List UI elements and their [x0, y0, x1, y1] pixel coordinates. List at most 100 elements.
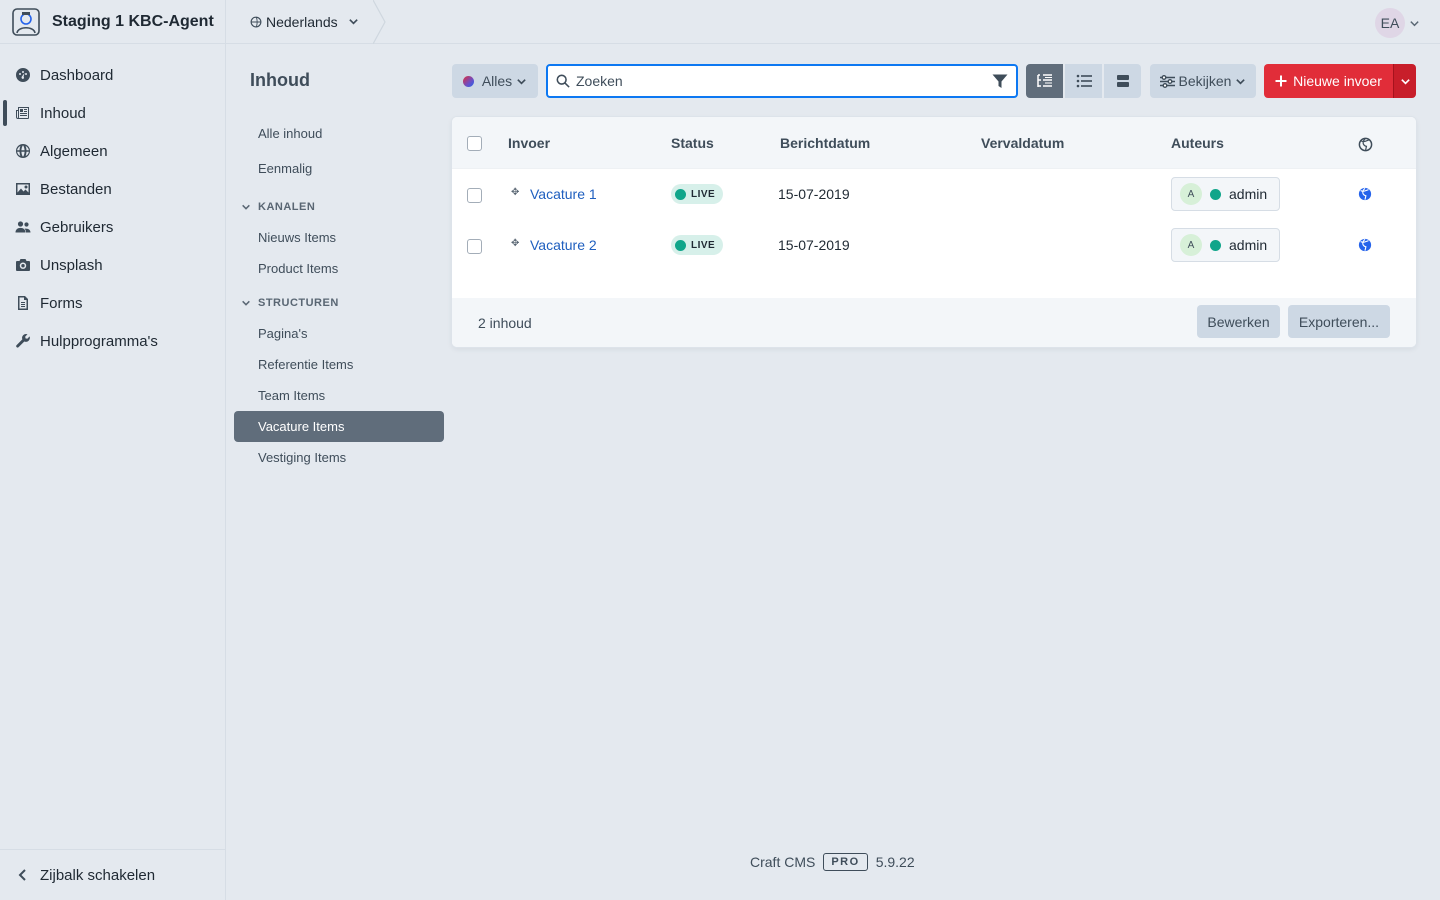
select-all-checkbox[interactable]	[467, 136, 482, 151]
filter-icon[interactable]	[992, 74, 1008, 89]
chevron-down-icon	[1400, 78, 1410, 85]
nav-item-bestanden[interactable]: Bestanden	[0, 170, 225, 208]
source-item-all[interactable]: Alle inhoud	[234, 118, 444, 149]
wrench-icon	[14, 332, 32, 350]
source-heading-label: KANALEN	[258, 200, 316, 213]
nav-label: Dashboard	[40, 66, 114, 84]
entry-count: 2 inhoud	[478, 314, 532, 331]
view-menu-button[interactable]: Bekijken	[1150, 64, 1256, 98]
move-icon[interactable]: ✥	[511, 238, 519, 249]
view-menu-label: Bekijken	[1178, 73, 1232, 89]
source-item-team[interactable]: Team Items	[234, 380, 444, 411]
chevron-down-icon	[517, 78, 526, 85]
globe-icon[interactable]	[1358, 187, 1372, 201]
nav-item-forms[interactable]: Forms	[0, 284, 225, 322]
view-structure-button[interactable]	[1026, 64, 1063, 98]
nav-item-gebruikers[interactable]: Gebruikers	[0, 208, 225, 246]
globe-icon[interactable]	[1358, 238, 1372, 252]
status-dot	[462, 75, 474, 87]
table-header: Invoer Status Berichtdatum Vervaldatum A…	[452, 117, 1416, 169]
column-header-postdate[interactable]: Berichtdatum	[780, 135, 870, 151]
author-avatar: A	[1180, 234, 1202, 256]
sidebar-toggle-button[interactable]: Zijbalk schakelen	[0, 849, 225, 900]
view-table-button[interactable]	[1065, 64, 1102, 98]
edit-button[interactable]: Bewerken	[1197, 305, 1280, 338]
source-item-referentie[interactable]: Referentie Items	[234, 349, 444, 380]
sliders-icon	[1159, 74, 1175, 88]
view-cards-button[interactable]	[1104, 64, 1141, 98]
site-header[interactable]: Staging 1 KBC-Agent	[0, 0, 225, 44]
nav-item-hulpprogrammas[interactable]: Hulpprogramma's	[0, 322, 225, 360]
sidebar-toggle-label: Zijbalk schakelen	[40, 866, 156, 884]
site-logo-icon	[12, 7, 40, 36]
author-status-dot	[1210, 188, 1221, 200]
status-dot	[675, 188, 686, 200]
column-header-status[interactable]: Status	[671, 135, 714, 151]
document-icon	[14, 294, 32, 312]
move-icon[interactable]: ✥	[511, 187, 519, 198]
gauge-icon	[14, 66, 32, 84]
status-badge: LIVE	[671, 184, 724, 204]
source-list: Alle inhoud Eenmalig KANALEN Nieuws Item…	[234, 118, 444, 473]
nav-label: Gebruikers	[40, 218, 114, 236]
entries-table: Invoer Status Berichtdatum Vervaldatum A…	[452, 117, 1416, 347]
list-view-icon	[1076, 74, 1092, 88]
search-input[interactable]	[576, 73, 992, 89]
source-item-vacature[interactable]: Vacature Items	[234, 411, 444, 442]
new-entry-menu-button[interactable]	[1393, 64, 1416, 98]
status-label: LIVE	[691, 239, 716, 251]
globe-icon	[250, 16, 262, 27]
newspaper-icon	[14, 104, 32, 122]
new-entry-button[interactable]: Nieuwe invoer	[1264, 64, 1393, 98]
site-language-label: Nederlands	[266, 13, 338, 30]
table-row[interactable]: ✥ Vacature 1 LIVE 15-07-2019 A admin	[452, 169, 1416, 220]
site-name[interactable]: Staging 1 KBC-Agent	[52, 13, 214, 31]
edition-badge: PRO	[823, 853, 868, 871]
search-icon	[556, 74, 570, 88]
nav-item-algemeen[interactable]: Algemeen	[0, 132, 225, 170]
search-field[interactable]	[546, 64, 1018, 98]
chevron-down-icon[interactable]	[238, 202, 254, 212]
nav-item-dashboard[interactable]: Dashboard	[0, 56, 225, 94]
version-number: 5.9.22	[875, 854, 915, 870]
column-header-title[interactable]: Invoer	[508, 135, 550, 151]
source-heading-channels[interactable]: KANALEN	[234, 191, 444, 222]
nav-label: Algemeen	[40, 142, 108, 160]
nav-item-inhoud[interactable]: Inhoud	[0, 94, 225, 132]
app-footer: Craft CMS PRO 5.9.22	[750, 853, 915, 871]
product-name: Craft CMS	[750, 854, 816, 870]
source-heading-structures[interactable]: STRUCTUREN	[234, 287, 444, 318]
users-icon	[14, 218, 32, 236]
entry-title-link[interactable]: Vacature 2	[530, 237, 597, 253]
export-button[interactable]: Exporteren...	[1288, 305, 1390, 338]
author-chip[interactable]: A admin	[1171, 177, 1280, 211]
source-item-nieuws[interactable]: Nieuws Items	[234, 222, 444, 253]
status-dot	[675, 239, 686, 251]
site-language-switcher[interactable]: Nederlands	[226, 0, 373, 44]
table-row[interactable]: ✥ Vacature 2 LIVE 15-07-2019 A admin	[452, 220, 1416, 271]
column-header-authors[interactable]: Auteurs	[1171, 135, 1224, 151]
nav-item-unsplash[interactable]: Unsplash	[0, 246, 225, 284]
source-item-single[interactable]: Eenmalig	[234, 153, 444, 184]
plus-icon	[1275, 75, 1287, 87]
author-avatar: A	[1180, 183, 1202, 205]
global-sidebar: Staging 1 KBC-Agent Dashboard Inhoud Alg…	[0, 0, 226, 900]
account-menu-button[interactable]: EA	[1375, 8, 1420, 38]
nav-label: Forms	[40, 294, 83, 312]
camera-icon	[14, 256, 32, 274]
status-filter-label: Alles	[481, 73, 513, 89]
source-item-paginas[interactable]: Pagina's	[234, 318, 444, 349]
author-chip[interactable]: A admin	[1171, 228, 1280, 262]
globe-icon	[1358, 137, 1373, 152]
row-checkbox[interactable]	[467, 188, 482, 203]
nav-label: Bestanden	[40, 180, 112, 198]
source-item-product[interactable]: Product Items	[234, 253, 444, 284]
column-header-expirydate[interactable]: Vervaldatum	[981, 135, 1064, 151]
entry-title-link[interactable]: Vacature 1	[530, 186, 597, 202]
chevron-down-icon[interactable]	[238, 298, 254, 308]
status-filter-button[interactable]: Alles	[452, 64, 538, 98]
row-checkbox[interactable]	[467, 239, 482, 254]
chevron-down-icon	[348, 19, 358, 25]
source-item-vestiging[interactable]: Vestiging Items	[234, 442, 444, 473]
chevron-down-icon	[1410, 20, 1419, 26]
